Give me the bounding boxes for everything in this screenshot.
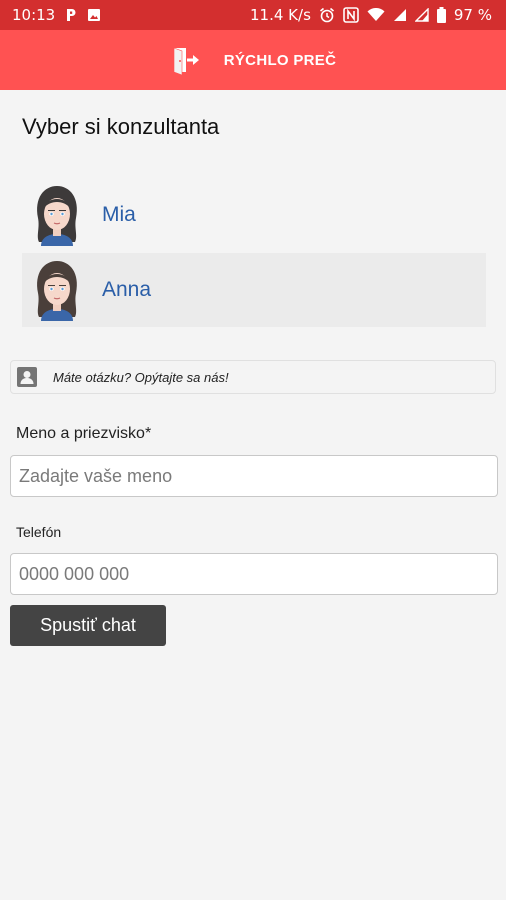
battery-icon: [436, 7, 446, 23]
signal-icon: [393, 8, 407, 22]
p-notification-icon: [65, 8, 77, 22]
avatar: [32, 260, 82, 321]
consultant-item-mia[interactable]: Mia: [22, 178, 486, 252]
consultant-name[interactable]: Anna: [102, 278, 151, 302]
signal-icon-2: [414, 8, 429, 22]
avatar: [32, 185, 82, 246]
alarm-icon: [319, 7, 335, 23]
battery-level: 97 %: [453, 6, 492, 24]
status-bar: 10:13 11.4 K/s 97 %: [0, 0, 506, 30]
question-banner: Máte otázku? Opýtajte sa nás!: [10, 360, 496, 394]
consultants-heading: Vyber si konzultanta: [22, 114, 220, 139]
exit-door-icon[interactable]: [170, 45, 200, 75]
phone-label: Telefón: [16, 524, 62, 540]
image-notification-icon: [87, 8, 101, 22]
name-label: Meno a priezvisko*: [16, 425, 152, 442]
wifi-icon: [367, 8, 385, 22]
consultant-name[interactable]: Mia: [102, 203, 136, 227]
question-text: Máte otázku? Opýtajte sa nás!: [53, 369, 229, 385]
quick-exit-title[interactable]: RÝCHLO PREČ: [224, 52, 336, 69]
contact-card-icon: [15, 365, 39, 389]
nfc-icon: [343, 7, 359, 23]
start-chat-button[interactable]: Spustiť chat: [10, 605, 166, 646]
name-field[interactable]: [10, 455, 498, 497]
status-time: 10:13: [12, 6, 56, 24]
quick-exit-bar[interactable]: RÝCHLO PREČ: [0, 30, 506, 90]
phone-field[interactable]: [10, 553, 498, 595]
consultant-item-anna[interactable]: Anna: [22, 253, 486, 327]
network-speed: 11.4 K/s: [250, 6, 311, 24]
